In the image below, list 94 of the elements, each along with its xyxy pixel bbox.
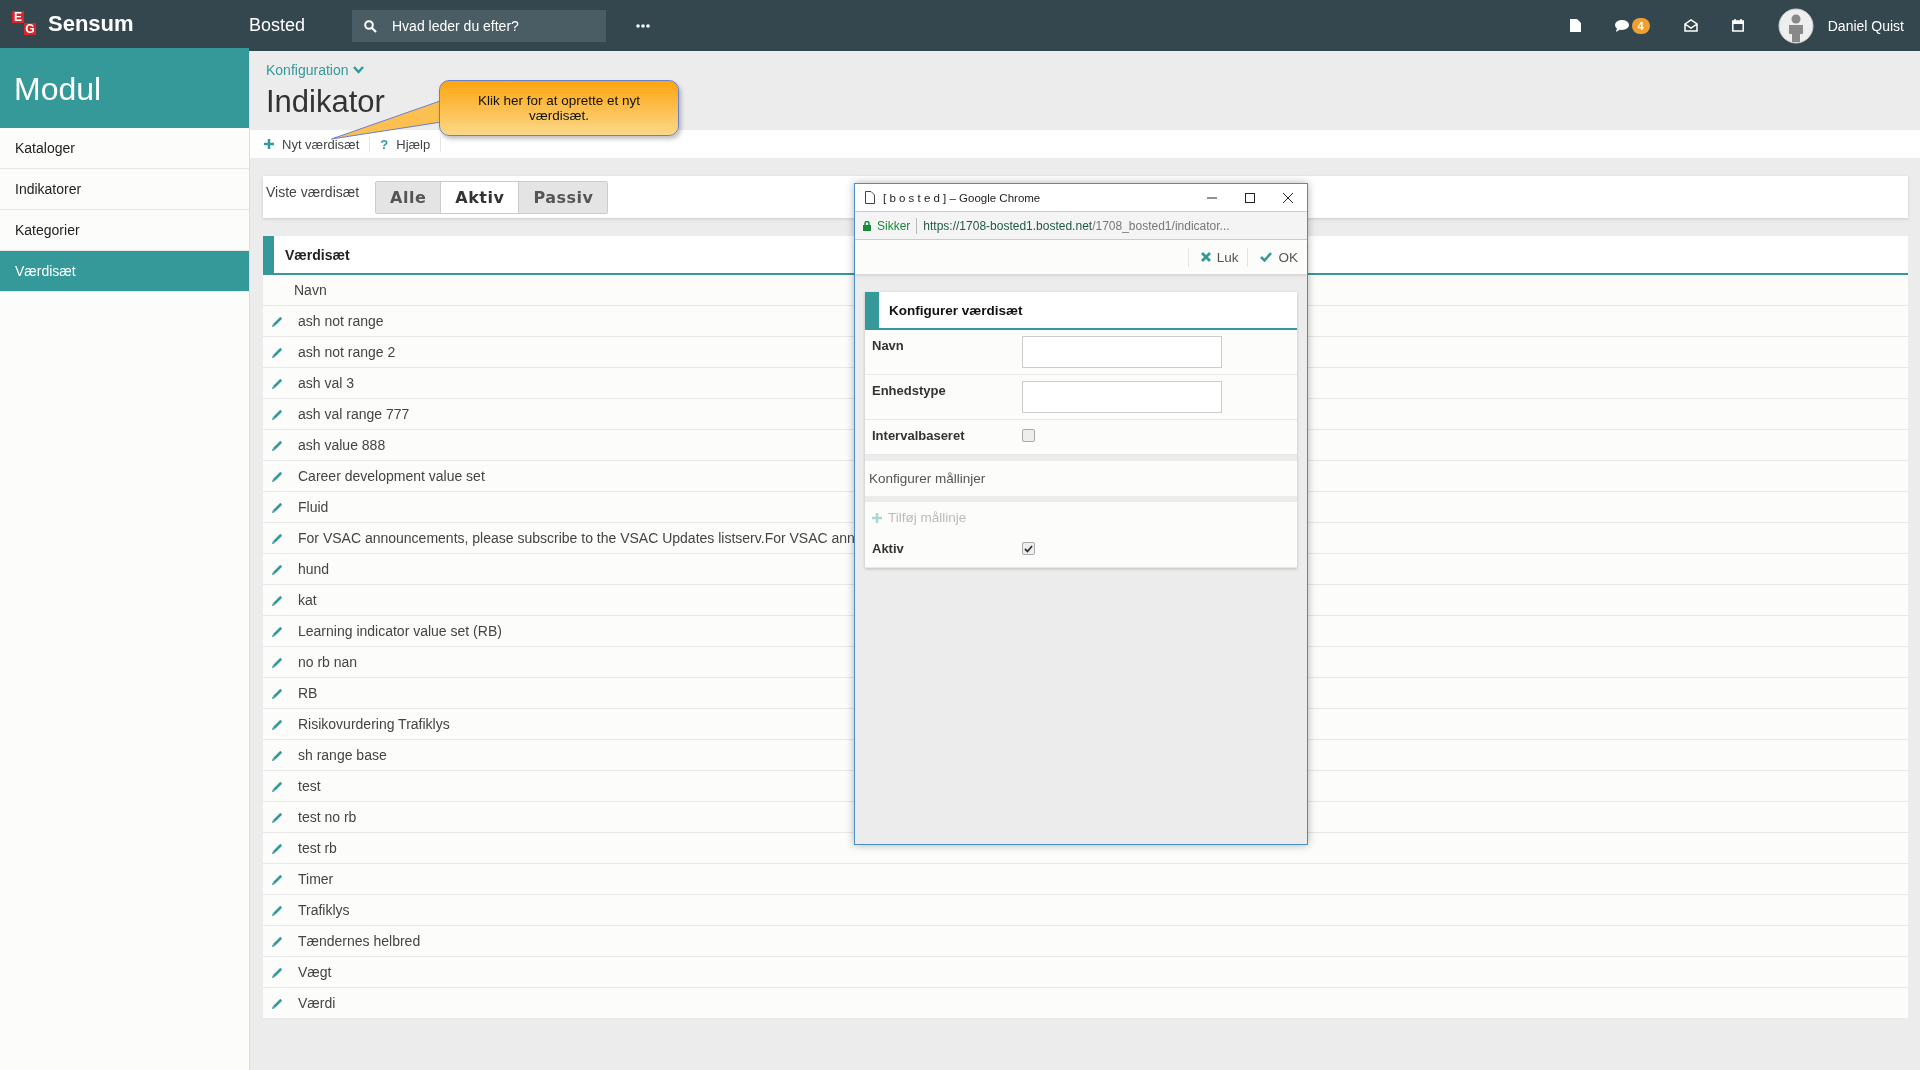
- callout-tooltip: Klik her for at oprette et nyt værdisæt.: [439, 80, 679, 136]
- input-field[interactable]: [1022, 381, 1222, 413]
- filter-label: Viste værdisæt: [266, 184, 360, 200]
- close-icon[interactable]: [1283, 192, 1293, 203]
- pencil-icon[interactable]: [271, 562, 284, 576]
- ok-button[interactable]: OK: [1247, 247, 1307, 267]
- pencil-icon[interactable]: [271, 531, 284, 545]
- brand-name: Sensum: [48, 11, 134, 37]
- close-button[interactable]: Luk: [1187, 247, 1248, 267]
- table-cell: Vægt: [298, 964, 332, 980]
- table-cell: Trafiklys: [298, 902, 350, 918]
- pencil-icon[interactable]: [271, 407, 284, 421]
- close-icon: [1200, 252, 1211, 262]
- chevron-icon[interactable]: [352, 66, 364, 74]
- logo-mark: E G: [12, 11, 37, 37]
- pencil-icon[interactable]: [271, 717, 284, 731]
- pencil-icon[interactable]: [271, 469, 284, 483]
- field-label: Intervalbaseret: [872, 427, 966, 443]
- sidebar-title: Modul: [0, 51, 249, 128]
- security-label: Sikker: [877, 218, 911, 233]
- pencil-icon[interactable]: [271, 593, 284, 607]
- document-icon[interactable]: [1569, 19, 1581, 32]
- input-field[interactable]: [1022, 336, 1222, 368]
- pencil-icon[interactable]: [271, 810, 284, 824]
- pencil-icon[interactable]: [271, 841, 284, 855]
- table-cell: ash val range 777: [298, 406, 410, 422]
- chat-icon[interactable]: [1614, 19, 1629, 32]
- check-icon: [1260, 252, 1273, 262]
- table-cell: Timer: [298, 871, 334, 887]
- pencil-icon[interactable]: [271, 996, 284, 1010]
- search-field[interactable]: Hvad leder du efter?: [352, 9, 606, 42]
- page-title: Indikator: [266, 84, 385, 121]
- field-label: Aktiv: [872, 540, 905, 556]
- pencil-icon[interactable]: [271, 376, 284, 390]
- help-button[interactable]: ? Hjælp: [380, 136, 442, 152]
- table-cell: test rb: [298, 840, 337, 856]
- table-cell: Tændernes helbred: [298, 933, 421, 949]
- search-icon: [364, 19, 377, 33]
- pencil-icon[interactable]: [271, 655, 284, 669]
- checkbox[interactable]: [1022, 429, 1035, 442]
- user-name[interactable]: Daniel Quist: [1827, 17, 1904, 34]
- sidebar-item[interactable]: Kataloger: [0, 128, 249, 169]
- section-heading: Konfigurer mållinjer: [868, 470, 987, 488]
- lock-icon: [863, 220, 871, 231]
- table-cell: Fluid: [298, 499, 329, 515]
- table-cell: no rb nan: [298, 654, 358, 670]
- avatar-icon[interactable]: [1777, 7, 1814, 44]
- filter-tab[interactable]: Alle: [376, 181, 442, 213]
- maximize-icon[interactable]: [1245, 192, 1255, 203]
- pencil-icon[interactable]: [271, 748, 284, 762]
- table-cell: Career development value set: [298, 468, 485, 484]
- pencil-icon[interactable]: [271, 872, 284, 886]
- window-title: [ b o s t e d ] – Google Chrome: [883, 191, 1041, 204]
- pencil-icon[interactable]: [271, 686, 284, 700]
- form-title: Konfigurer værdisæt: [889, 302, 1023, 318]
- table-cell: ash not range 2: [298, 344, 396, 360]
- table-cell: kat: [298, 592, 317, 608]
- calendar-icon[interactable]: [1731, 19, 1744, 32]
- mail-icon[interactable]: [1683, 19, 1698, 32]
- table-cell: ash val 3: [298, 375, 355, 391]
- table-cell: Learning indicator value set (RB): [298, 623, 502, 639]
- pencil-icon[interactable]: [271, 345, 284, 359]
- column-header: Navn: [294, 282, 327, 298]
- table-cell: Risikovurdering Trafiklys: [298, 716, 450, 732]
- pencil-icon[interactable]: [271, 903, 284, 917]
- notification-badge: 4: [1631, 17, 1650, 34]
- pencil-icon[interactable]: [271, 500, 284, 514]
- pencil-icon[interactable]: [271, 624, 284, 638]
- table-cell: RB: [298, 685, 318, 701]
- checkbox[interactable]: [1022, 542, 1035, 555]
- plus-icon: [872, 512, 882, 523]
- table-cell: hund: [298, 561, 330, 577]
- pencil-icon[interactable]: [271, 314, 284, 328]
- field-label: Enhedstype: [872, 382, 947, 398]
- pencil-icon[interactable]: [271, 438, 284, 452]
- table-cell: For VSAC announcements, please subscribe to the VSAC Updates listserv.For VSAC ann: [298, 530, 855, 546]
- page-icon: [865, 191, 875, 204]
- filter-tab[interactable]: Passiv: [519, 181, 608, 213]
- pencil-icon[interactable]: [271, 934, 284, 948]
- more-icon[interactable]: [636, 23, 650, 28]
- table-cell: ash value 888: [298, 437, 386, 453]
- table-cell: sh range base: [298, 747, 387, 763]
- table-cell: Værdi: [298, 995, 336, 1011]
- sidebar-item[interactable]: Indikatorer: [0, 169, 249, 210]
- pencil-icon[interactable]: [271, 779, 284, 793]
- module-name[interactable]: Bosted: [249, 15, 352, 36]
- pencil-icon[interactable]: [271, 965, 284, 979]
- table-cell: test: [298, 778, 321, 794]
- field-label: Navn: [872, 337, 905, 353]
- plus-icon: [264, 139, 274, 149]
- table-cell: ash not range: [298, 313, 384, 329]
- table-title: Værdisæt: [285, 246, 350, 263]
- url-text: https://1708-bosted1.bosted.net/1708_bosted1/indicator...: [923, 218, 1230, 233]
- table-cell: test no rb: [298, 809, 357, 825]
